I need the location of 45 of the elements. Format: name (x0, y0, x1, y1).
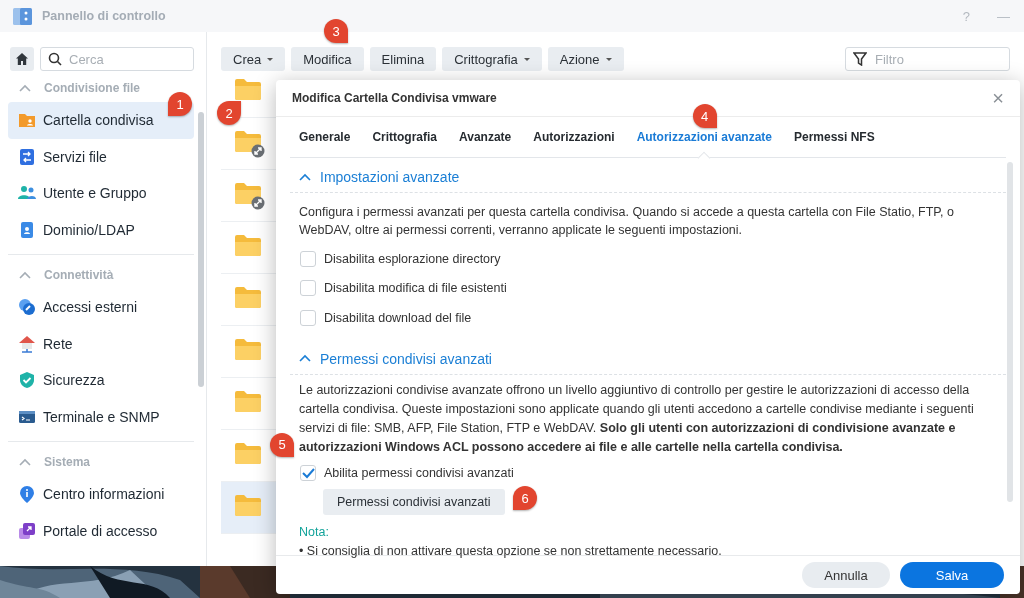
sidebar-item[interactable]: Sicurezza (8, 362, 194, 399)
window-title: Pannello di controllo (42, 9, 166, 23)
sidebar-item[interactable]: Utente e Gruppo (8, 175, 194, 212)
description-text: Le autorizzazioni condivise avanzate offrono un livello aggiuntivo di controllo per gestire le autorizzazioni di accesso della cartella condivisa. Queste impostazioni sono applicate quando gli utenti accedono a cartelle condivise mediante i seguenti servizi di file: SMB, AFP, File Station, FTP e WebDAV. Solo gli utenti con autorizzazioni di condivisione avanzate e autorizzazioni Windows ACL possono accedere ai file e alle cartelle nella cartella condivisa. (298, 381, 975, 456)
sidebar-item[interactable]: Rete (8, 325, 194, 362)
cancel-button[interactable]: Annulla (802, 562, 890, 588)
checkbox-label: Abilita permessi condivisi avanzati (324, 466, 514, 481)
advanced-permissions-button[interactable]: Permessi condivisi avanzati (323, 489, 505, 515)
section-header: Connettività (44, 268, 114, 282)
filter-field[interactable]: Filtro (845, 47, 1010, 71)
toolbar-button[interactable]: Crea (221, 47, 286, 71)
dialog-title: Modifica Cartella Condivisa vmware (292, 91, 497, 105)
tab[interactable]: Crittografia (372, 117, 438, 157)
save-button[interactable]: Salva (900, 562, 1004, 588)
checkbox-label: Disabilita download del file (324, 310, 472, 325)
checkbox-label: Disabilita esplorazione directory (324, 251, 501, 266)
section-header: Condivisione file (44, 81, 140, 95)
toolbar-button[interactable]: Elimina (369, 47, 437, 71)
note-title: Nota: (298, 524, 330, 541)
section-title: Permessi condivisi avanzati (320, 350, 492, 367)
tab[interactable]: Avanzate (459, 117, 512, 157)
section-title: Impostazioni avanzate (320, 169, 460, 185)
search-field[interactable]: Cerca (40, 47, 194, 71)
callout-tooltip: 3 (324, 19, 349, 43)
tab[interactable]: Autorizzazioni (533, 117, 615, 157)
toolbar-button[interactable]: Crittografia (442, 47, 542, 71)
sidebar-item[interactable]: Servizi file (8, 138, 194, 175)
toolbar-button[interactable]: Modifica (291, 47, 364, 71)
section-header: Sistema (44, 455, 91, 469)
sidebar-item[interactable]: Terminale e SNMP (8, 398, 194, 435)
checkbox-label: Disabilita modifica di file esistenti (324, 281, 507, 296)
callout-tooltip: 6 (513, 486, 537, 510)
sidebar-item[interactable]: Accessi esterni (8, 289, 194, 326)
description-text: Configura i permessi avanzati per questa cartella condivisa. Quando si accede a questa cartella con File Statio, FTP, o WebDAV, oltre ai permessi correnti, verranno applicate le seguenti impostazioni. (298, 204, 955, 239)
tab[interactable]: Generale (299, 117, 351, 157)
callout-tooltip: 2 (217, 101, 241, 125)
callout-tooltip: 4 (692, 104, 717, 128)
sidebar-item[interactable]: Centro informazioni (8, 476, 194, 513)
sidebar-item[interactable]: Portale di accesso (8, 512, 194, 549)
toolbar-button[interactable]: Azione (547, 47, 624, 71)
callout-tooltip: 5 (270, 432, 294, 457)
note-text: • Si consiglia di non attivare questa opzione se non strettamente necessario. (298, 543, 723, 560)
callout-tooltip: 1 (168, 92, 192, 116)
sidebar-item[interactable]: Dominio/LDAP (8, 211, 194, 248)
tab[interactable]: Permessi NFS (794, 117, 875, 157)
